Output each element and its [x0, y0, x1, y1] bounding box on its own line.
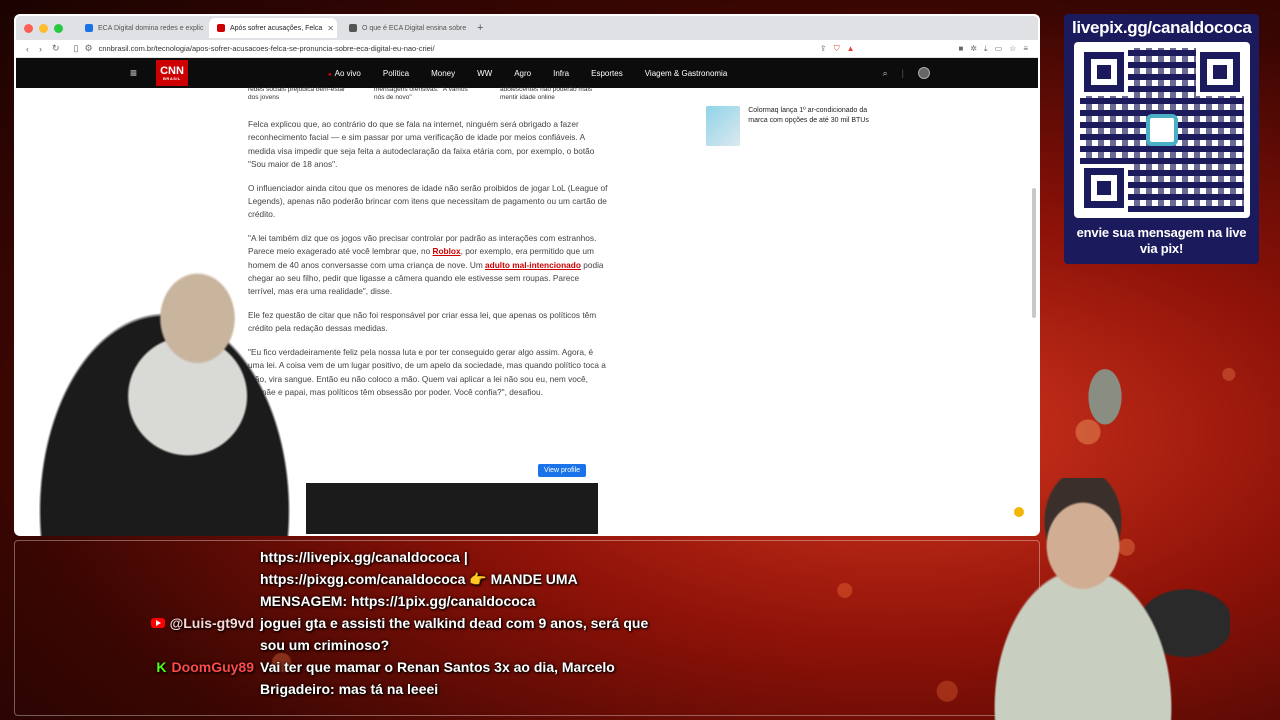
nav-item-money[interactable]: Money [431, 69, 455, 78]
star-icon[interactable]: ☆ [1009, 44, 1016, 54]
qr-finder [1079, 48, 1128, 96]
puzzle-icon[interactable]: ✲ [970, 44, 977, 54]
browser-toolbar: ‹ › ↻ ▯ ⚙ cnnbrasil.com.br/tecnologia/ap… [16, 40, 1038, 58]
chat-author: @Luis-gt9vd [150, 612, 260, 656]
hamburger-menu-icon[interactable]: ≡ [130, 66, 150, 80]
nav-item-ao-vivo[interactable]: Ao vivo [328, 69, 361, 78]
webcam-guest [16, 225, 346, 536]
user-avatar-icon[interactable] [918, 67, 930, 79]
chat-text: Vai ter que mamar o Renan Santos 3x ao d… [260, 659, 615, 697]
forward-icon[interactable]: › [39, 44, 42, 54]
window-controls [24, 23, 63, 33]
cnn-nav-items: Ao vivo Política Money WW Agro Infra Esp… [328, 69, 728, 78]
adulto-link[interactable]: adulto mal-intencionado [485, 260, 581, 270]
nav-right: ⌕ | [883, 67, 930, 79]
sidebar-icon[interactable]: ▭ [995, 44, 1003, 54]
minimize-window-button[interactable] [39, 23, 48, 33]
url-text: cnnbrasil.com.br/tecnologia/apos-sofrer-… [98, 44, 435, 53]
author-name: DoomGuy89 [171, 659, 254, 675]
gecko-figure [1072, 360, 1138, 452]
sidebar: Colormaq lança 1º ar-condicionado da mar… [706, 88, 886, 146]
nav-item-ww[interactable]: WW [477, 69, 492, 78]
cnn-logo[interactable]: CNN BRASIL [156, 60, 188, 86]
livepix-url: livepix.gg/canaldococa [1072, 18, 1252, 37]
chat-overlay: https://livepix.gg/canaldococa | https:/… [150, 546, 650, 700]
browser-tab-1[interactable]: ECA Digital domina redes e explic [77, 18, 205, 38]
tab-favicon-icon [217, 24, 225, 32]
kick-icon: K [156, 659, 167, 675]
roblox-link[interactable]: Roblox [432, 246, 460, 256]
related-link[interactable]: adolescentes não poderão mais mentir ida… [500, 86, 600, 108]
reload-icon[interactable]: ↻ [52, 43, 60, 54]
new-tab-icon[interactable]: + [477, 22, 483, 34]
tab-favicon-icon [349, 24, 357, 32]
bookmark-icon[interactable]: ▯ [74, 43, 79, 54]
qr-finder [1195, 48, 1244, 96]
related-articles: redes sociais prejudica bem-estar dos jo… [248, 86, 608, 108]
article-paragraph: Felca explicou que, ao contrário do que … [248, 119, 595, 170]
qr-finder [1079, 164, 1128, 212]
scrollbar[interactable] [1032, 188, 1036, 318]
close-window-button[interactable] [24, 23, 33, 33]
chat-text: https://livepix.gg/canaldococa | https:/… [260, 549, 578, 609]
maximize-window-button[interactable] [54, 23, 63, 33]
chat-message: @Luis-gt9vd joguei gta e assisti the wal… [150, 612, 650, 656]
tab-label: O que é ECA Digital ensina sobre [362, 24, 467, 32]
cnn-navbar: ≡ CNN BRASIL Ao vivo Política Money WW A… [16, 58, 1038, 88]
livepix-caption: envie sua mensagem na live via pix! [1076, 225, 1247, 256]
warning-icon[interactable]: ▲ [847, 44, 855, 54]
browser-tab-2[interactable]: Após sofrer acusações, Felca ✕ [209, 18, 337, 38]
tab-favicon-icon [85, 24, 93, 32]
shield-icon[interactable]: ⛉ [834, 44, 840, 54]
nav-item-infra[interactable]: Infra [553, 69, 569, 78]
nav-item-esportes[interactable]: Esportes [591, 69, 623, 78]
tab-label: ECA Digital domina redes e explic [98, 24, 204, 32]
back-icon[interactable]: ‹ [26, 44, 29, 54]
qr-pattern [1079, 48, 1244, 212]
article-paragraph: O influenciador ainda citou que os menor… [248, 182, 608, 220]
site-info-icon[interactable]: ⚙ [85, 43, 93, 54]
download-icon[interactable]: ⤓ [984, 44, 988, 54]
share-icon[interactable]: ⇪ [820, 44, 827, 54]
streamer-badge-icon [1012, 505, 1026, 519]
article-thumbnail [706, 106, 741, 146]
chat-author [150, 546, 260, 612]
logo-subtext: BRASIL [163, 75, 181, 81]
browser-tab-3[interactable]: O que é ECA Digital ensina sobre [341, 18, 469, 38]
sidebar-article-title: Colormaq lança 1º ar-condicionado da mar… [748, 107, 869, 124]
author-name: @Luis-gt9vd [169, 615, 254, 631]
embedded-video[interactable] [306, 483, 598, 534]
view-profile-button[interactable]: View profile [538, 464, 587, 477]
related-link[interactable]: redes sociais prejudica bem-estar dos jo… [248, 86, 348, 108]
qr-code [1073, 42, 1250, 218]
livepix-panel: livepix.gg/canaldococa envie sua mensage… [1064, 14, 1259, 264]
tab-bar: ECA Digital domina redes e explic Após s… [16, 16, 1038, 40]
address-bar[interactable]: ▯ ⚙ cnnbrasil.com.br/tecnologia/apos-sof… [70, 42, 810, 56]
sidebar-article[interactable]: Colormaq lança 1º ar-condicionado da mar… [706, 106, 886, 146]
extension-icons: ⇪ ⛉ ▲ ■ ✲ ⤓ ▭ ☆ ≡ [820, 44, 1028, 54]
extension-icon[interactable]: ■ [959, 44, 964, 54]
close-tab-icon[interactable]: ✕ [327, 24, 334, 33]
qr-logo-icon [1145, 114, 1178, 146]
chat-message: https://livepix.gg/canaldococa | https:/… [150, 546, 650, 612]
chat-message: K DoomGuy89 Vai ter que mamar o Renan San… [150, 656, 650, 700]
search-icon[interactable]: ⌕ [883, 68, 888, 79]
chat-author: K DoomGuy89 [150, 656, 260, 700]
nav-item-viagem[interactable]: Viagem & Gastronomia [645, 69, 728, 78]
nav-item-agro[interactable]: Agro [514, 69, 531, 78]
chat-text: joguei gta e assisti the walkind dead co… [260, 615, 649, 653]
youtube-icon [150, 618, 165, 628]
menu-icon[interactable]: ≡ [1023, 44, 1028, 54]
related-link[interactable]: mensagens ofensivas: "A vamos nós de nov… [374, 86, 474, 108]
logo-text: CNN [160, 64, 184, 77]
nav-item-politica[interactable]: Política [383, 69, 409, 78]
tab-label: Após sofrer acusações, Felca [230, 24, 323, 32]
